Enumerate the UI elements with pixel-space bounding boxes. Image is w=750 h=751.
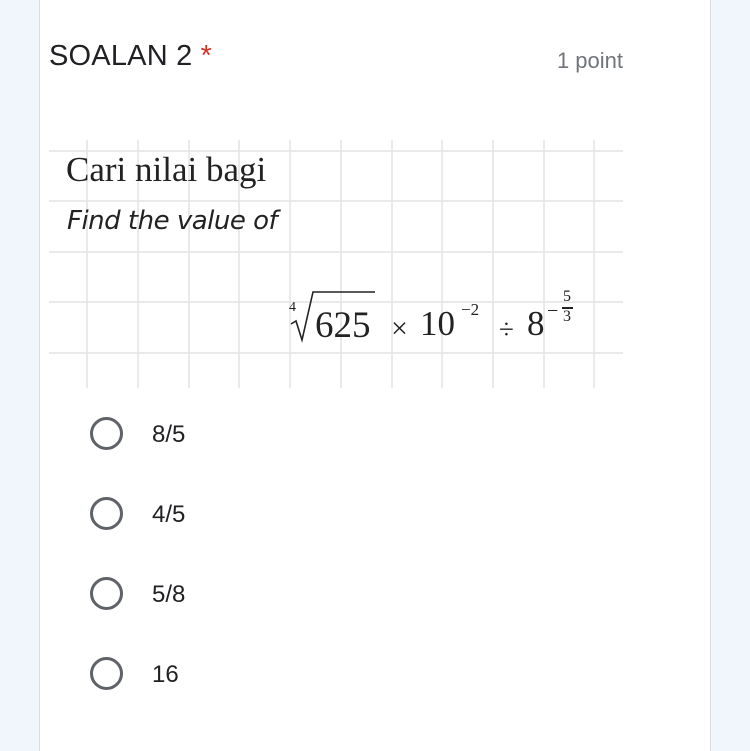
divide-symbol: ÷ xyxy=(499,314,514,344)
radio-button[interactable] xyxy=(90,417,123,450)
base-ten: 10 xyxy=(420,304,455,343)
option-label: 4/5 xyxy=(152,501,186,528)
radicand: 625 xyxy=(315,305,371,346)
radio-button[interactable] xyxy=(90,497,123,530)
option-item[interactable]: 16 xyxy=(88,653,628,699)
eight-exponent-numerator: 5 xyxy=(563,288,571,305)
question-header: SOALAN 2 * 1 point xyxy=(49,40,623,80)
option-item[interactable]: 4/5 xyxy=(88,493,628,539)
question-title-text: SOALAN 2 xyxy=(49,40,193,72)
question-text-english: Find the value of xyxy=(67,206,278,236)
radio-button[interactable] xyxy=(90,577,123,610)
question-text-malay: Cari nilai bagi xyxy=(66,150,267,189)
option-label: 8/5 xyxy=(152,421,186,448)
radio-button[interactable] xyxy=(90,657,123,690)
option-item[interactable]: 5/8 xyxy=(88,573,628,619)
eight-exponent-sign: − xyxy=(547,300,559,322)
question-points: 1 point xyxy=(556,48,623,73)
question-image: Cari nilai bagi Find the value of 4 625 … xyxy=(49,140,623,388)
times-symbol: × xyxy=(391,312,408,345)
eight-exponent-denominator: 3 xyxy=(563,308,571,325)
question-title: SOALAN 2 * xyxy=(49,40,212,73)
required-asterisk: * xyxy=(200,40,212,72)
option-label: 5/8 xyxy=(152,581,186,608)
base-eight: 8 xyxy=(527,304,545,343)
option-label: 16 xyxy=(152,661,179,688)
ten-exponent: −2 xyxy=(461,300,480,319)
option-item[interactable]: 8/5 xyxy=(88,413,628,459)
math-expression: 4 625 × 10 −2 ÷ 8 − 5 3 xyxy=(289,288,609,358)
